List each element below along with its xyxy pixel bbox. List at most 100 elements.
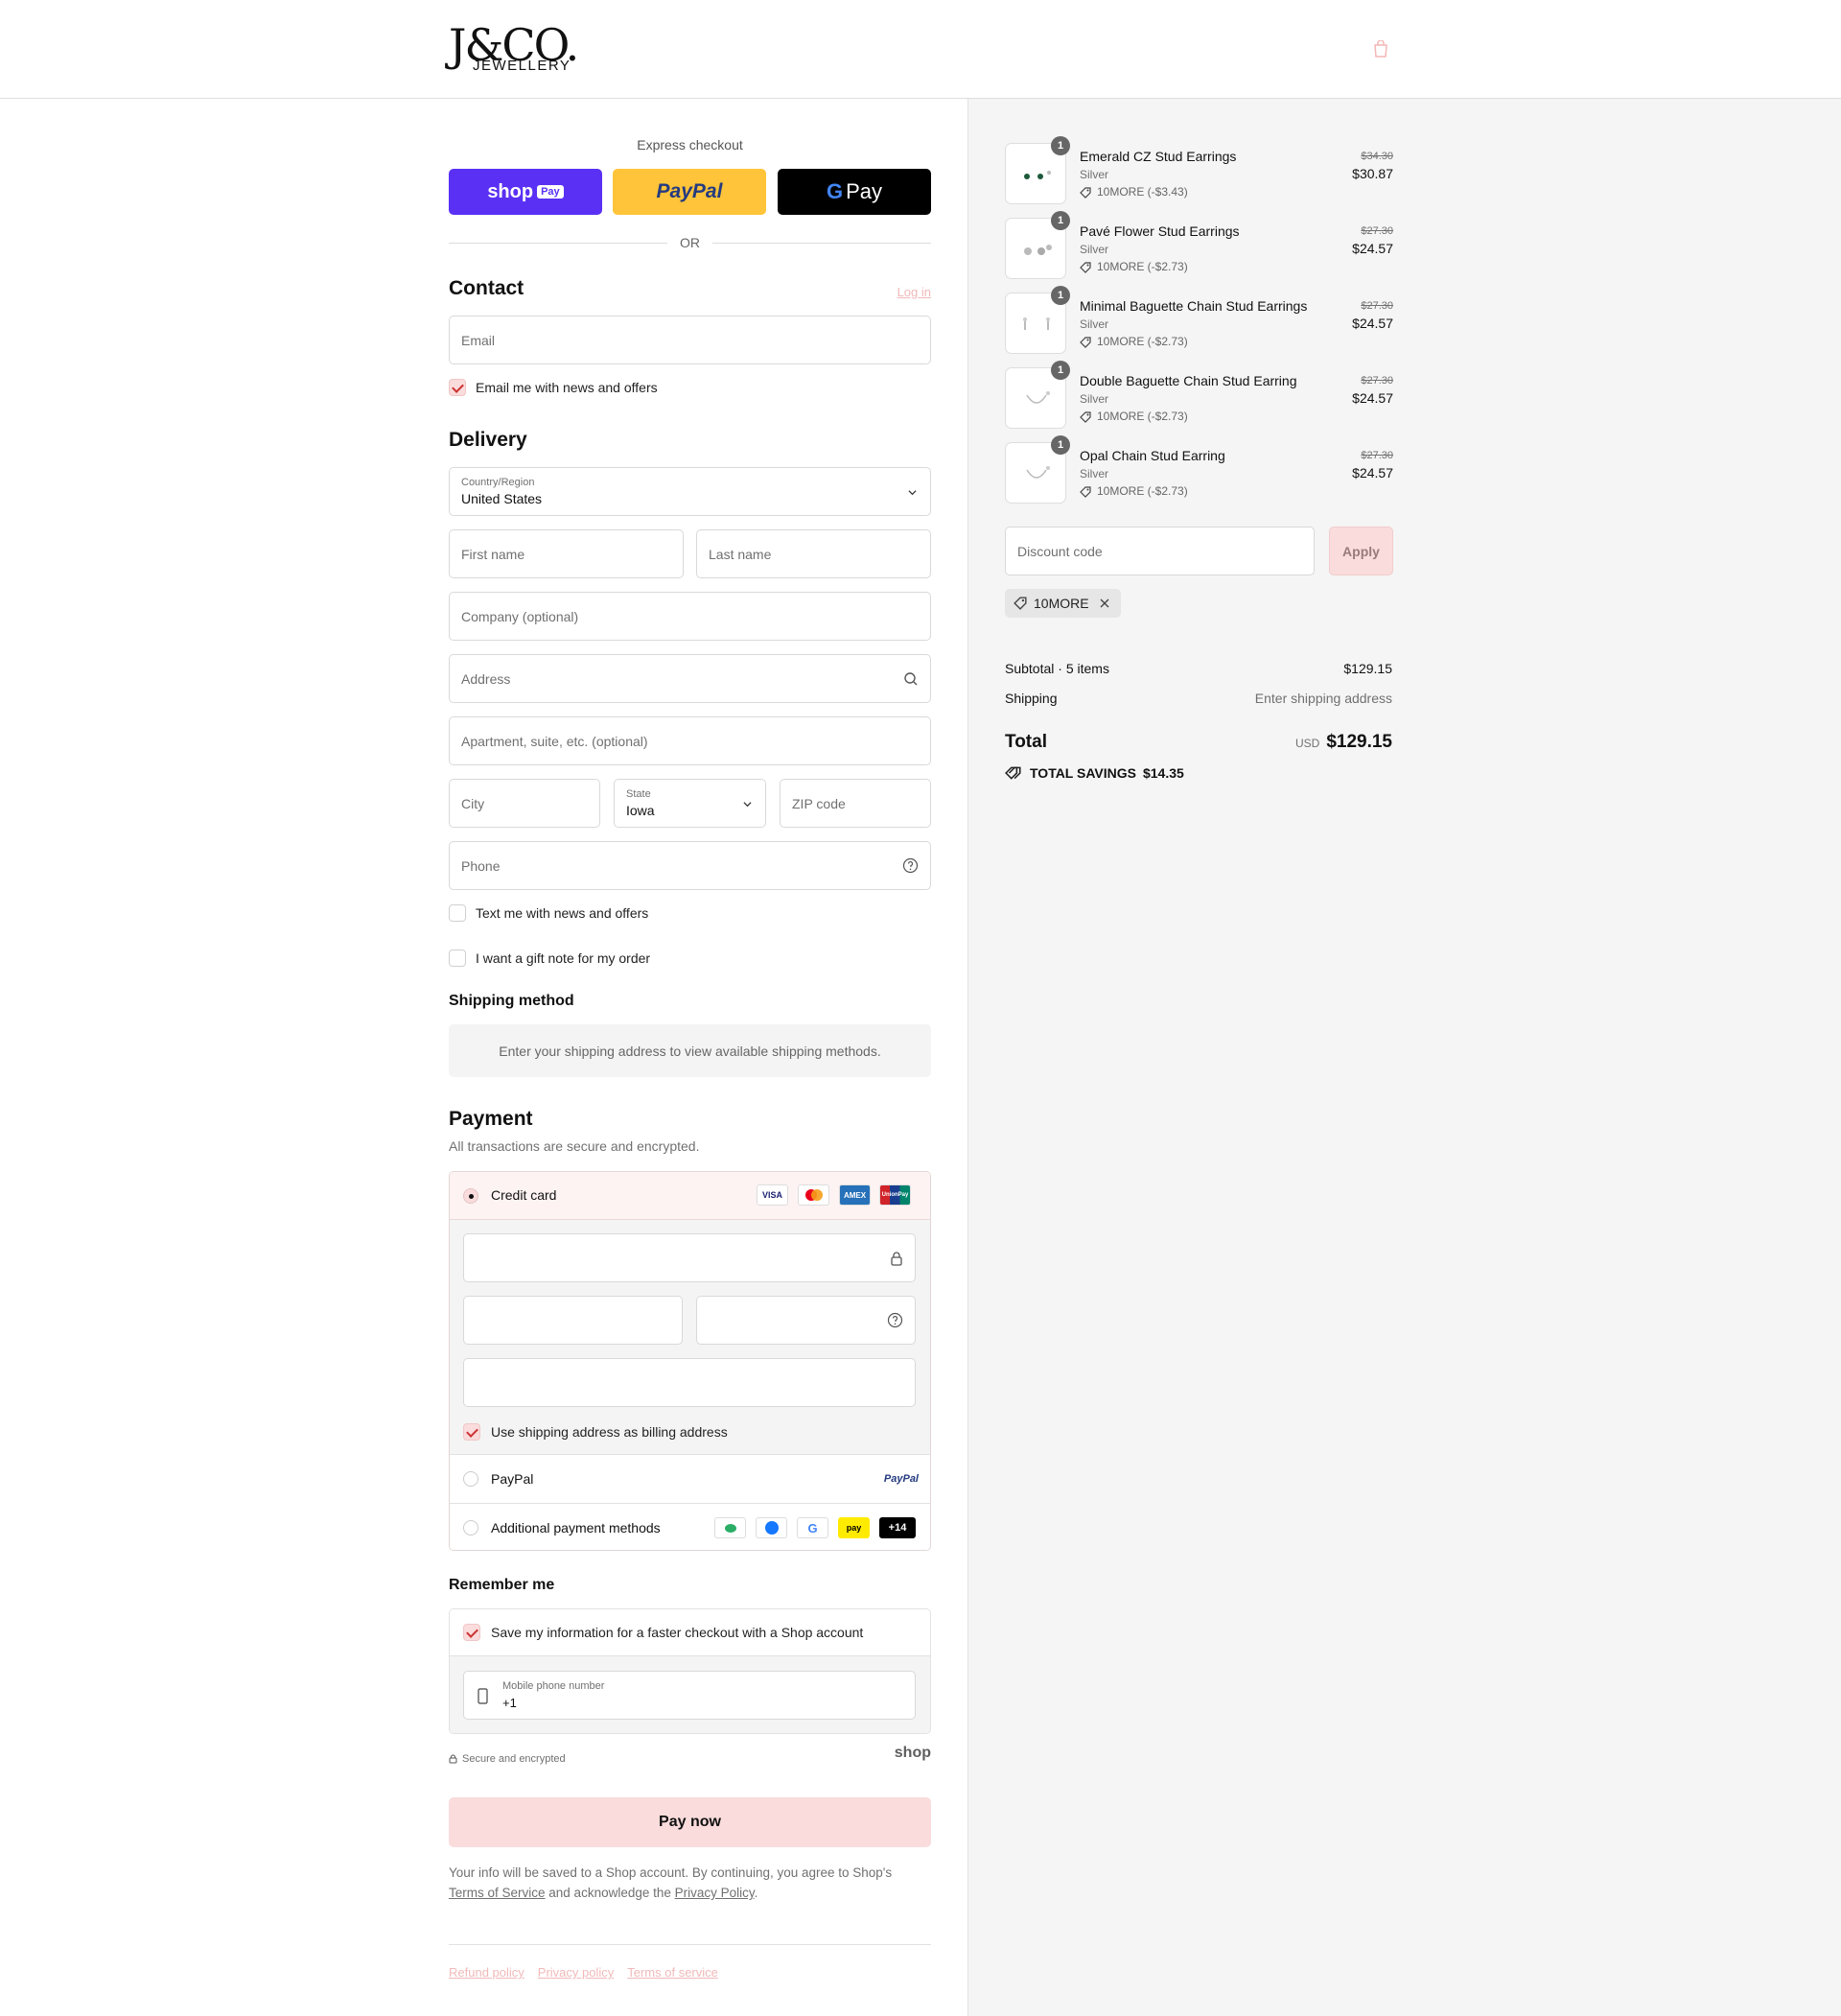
zip-field[interactable]: ZIP code — [780, 779, 931, 828]
shipping-method-heading: Shipping method — [449, 993, 574, 1009]
mobile-phone-field[interactable]: Mobile phone number +1 — [463, 1671, 916, 1720]
shopping-bag-icon[interactable] — [1373, 40, 1388, 58]
additional-payment-option[interactable]: Additional payment methods G pay +14 — [450, 1503, 930, 1550]
login-link[interactable]: Log in — [897, 285, 931, 299]
additional-payment-label: Additional payment methods — [491, 1520, 661, 1535]
item-discount: 10MORE (-$2.73) — [1080, 335, 1188, 348]
save-info-checkbox[interactable] — [463, 1624, 480, 1641]
paypal-label: PayPal — [491, 1471, 534, 1487]
name-on-card-field[interactable] — [463, 1358, 916, 1407]
line-item: 1 Pavé Flower Stud Earrings Silver 10MOR… — [1005, 211, 1393, 279]
help-icon[interactable] — [887, 1312, 903, 1328]
city-field[interactable]: City — [449, 779, 600, 828]
amex-icon: AMEX — [839, 1184, 871, 1206]
item-discount: 10MORE (-$2.73) — [1080, 410, 1188, 423]
more-methods-badge: +14 — [879, 1517, 916, 1538]
apartment-field[interactable]: Apartment, suite, etc. (optional) — [449, 716, 931, 765]
close-icon[interactable] — [1099, 598, 1110, 609]
gift-note-checkbox[interactable] — [449, 949, 466, 967]
header: J&CO. JEWELLERY — [0, 0, 1841, 99]
email-field[interactable]: Email — [449, 316, 931, 364]
tag-icon — [1080, 187, 1091, 199]
text-news-checkbox[interactable] — [449, 904, 466, 922]
item-name: Pavé Flower Stud Earrings — [1080, 223, 1240, 239]
payment-methods: Credit card VISA AMEX UnionPay Use shipp… — [449, 1171, 931, 1551]
gcash-icon: G — [797, 1517, 828, 1538]
quantity-badge: 1 — [1051, 211, 1070, 230]
discount-code-label: 10MORE — [1034, 596, 1089, 611]
security-code-field[interactable] — [696, 1296, 916, 1345]
unionpay-icon: UnionPay — [879, 1184, 911, 1206]
item-name: Minimal Baguette Chain Stud Earrings — [1080, 298, 1308, 314]
item-price: $24.57 — [1352, 241, 1393, 256]
item-name: Emerald CZ Stud Earrings — [1080, 149, 1237, 164]
credit-card-radio[interactable] — [463, 1188, 478, 1204]
item-price: $24.57 — [1352, 316, 1393, 331]
paypal-radio[interactable] — [463, 1471, 478, 1487]
quantity-badge: 1 — [1051, 286, 1070, 305]
privacy-policy-footer-link[interactable]: Privacy policy — [538, 1965, 614, 1980]
contact-heading: Contact — [449, 277, 524, 299]
gift-note-label: I want a gift note for my order — [476, 950, 651, 966]
card-number-field[interactable] — [463, 1233, 916, 1282]
wechat-pay-icon — [714, 1517, 746, 1538]
email-news-checkbox[interactable] — [449, 379, 466, 396]
quantity-badge: 1 — [1051, 435, 1070, 455]
expiry-field[interactable] — [463, 1296, 683, 1345]
first-name-field[interactable]: First name — [449, 529, 684, 578]
remember-me-heading: Remember me — [449, 1577, 555, 1593]
line-item: 1 Opal Chain Stud Earring Silver 10MORE … — [1005, 435, 1393, 504]
discount-code-input[interactable]: Discount code — [1005, 527, 1315, 575]
brand-logo[interactable]: J&CO. JEWELLERY — [449, 21, 579, 77]
apply-button[interactable]: Apply — [1329, 527, 1393, 575]
shipping-value: Enter shipping address — [1254, 691, 1392, 706]
line-item: 1 Double Baguette Chain Stud Earring Sil… — [1005, 361, 1393, 429]
help-icon[interactable] — [902, 857, 919, 874]
card-form: Use shipping address as billing address — [450, 1220, 930, 1454]
shop-pay-button[interactable]: shop Pay — [449, 169, 602, 215]
lock-icon — [891, 1252, 902, 1266]
item-name: Double Baguette Chain Stud Earring — [1080, 373, 1297, 388]
additional-payment-radio[interactable] — [463, 1520, 478, 1535]
google-g-icon: G — [826, 179, 844, 203]
terms-of-service-link[interactable]: Terms of Service — [449, 1886, 546, 1900]
address-field[interactable]: Address — [449, 654, 931, 703]
tag-icon — [1080, 337, 1091, 348]
applied-discount-chip: 10MORE — [1005, 589, 1121, 618]
item-original-price: $34.30 — [1361, 151, 1393, 162]
phone-field[interactable]: Phone — [449, 841, 931, 890]
tag-icon — [1080, 262, 1091, 273]
item-discount: 10MORE (-$3.43) — [1080, 185, 1188, 199]
tag-icon — [1080, 411, 1091, 423]
terms-of-service-footer-link[interactable]: Terms of service — [627, 1965, 718, 1980]
email-news-label: Email me with news and offers — [476, 380, 658, 395]
state-select[interactable]: State Iowa — [614, 779, 766, 828]
privacy-policy-link[interactable]: Privacy Policy — [675, 1886, 755, 1900]
item-discount: 10MORE (-$2.73) — [1080, 260, 1188, 273]
credit-card-option[interactable]: Credit card VISA AMEX UnionPay — [450, 1172, 930, 1220]
mastercard-icon — [798, 1184, 829, 1206]
paypal-button[interactable]: PayPal — [613, 169, 766, 215]
last-name-field[interactable]: Last name — [696, 529, 931, 578]
pay-now-button[interactable]: Pay now — [449, 1797, 931, 1847]
text-news-label: Text me with news and offers — [476, 905, 649, 921]
mobile-phone-icon — [478, 1688, 488, 1704]
kakaopay-icon: pay — [838, 1517, 870, 1538]
legal-text: Your info will be saved to a Shop accoun… — [449, 1865, 893, 1900]
order-summary: 1 Emerald CZ Stud Earrings Silver 10MORE… — [967, 99, 1841, 2016]
credit-card-label: Credit card — [491, 1187, 557, 1203]
country-select[interactable]: Country/Region United States — [449, 467, 931, 516]
paypal-option[interactable]: PayPal PayPal — [450, 1454, 930, 1503]
tag-icon — [1014, 597, 1027, 610]
remember-me-box: Save my information for a faster checkou… — [449, 1608, 931, 1734]
payment-subtitle: All transactions are secure and encrypte… — [449, 1138, 700, 1154]
refund-policy-link[interactable]: Refund policy — [449, 1965, 524, 1980]
subtotal-label: Subtotal · 5 items — [1005, 661, 1109, 676]
billing-address-checkbox[interactable] — [463, 1423, 480, 1441]
company-field[interactable]: Company (optional) — [449, 592, 931, 641]
quantity-badge: 1 — [1051, 361, 1070, 380]
delivery-heading: Delivery — [449, 429, 527, 451]
google-pay-button[interactable]: G Pay — [778, 169, 931, 215]
secure-encrypted: Secure and encrypted — [449, 1753, 566, 1765]
item-variant: Silver — [1080, 317, 1109, 331]
